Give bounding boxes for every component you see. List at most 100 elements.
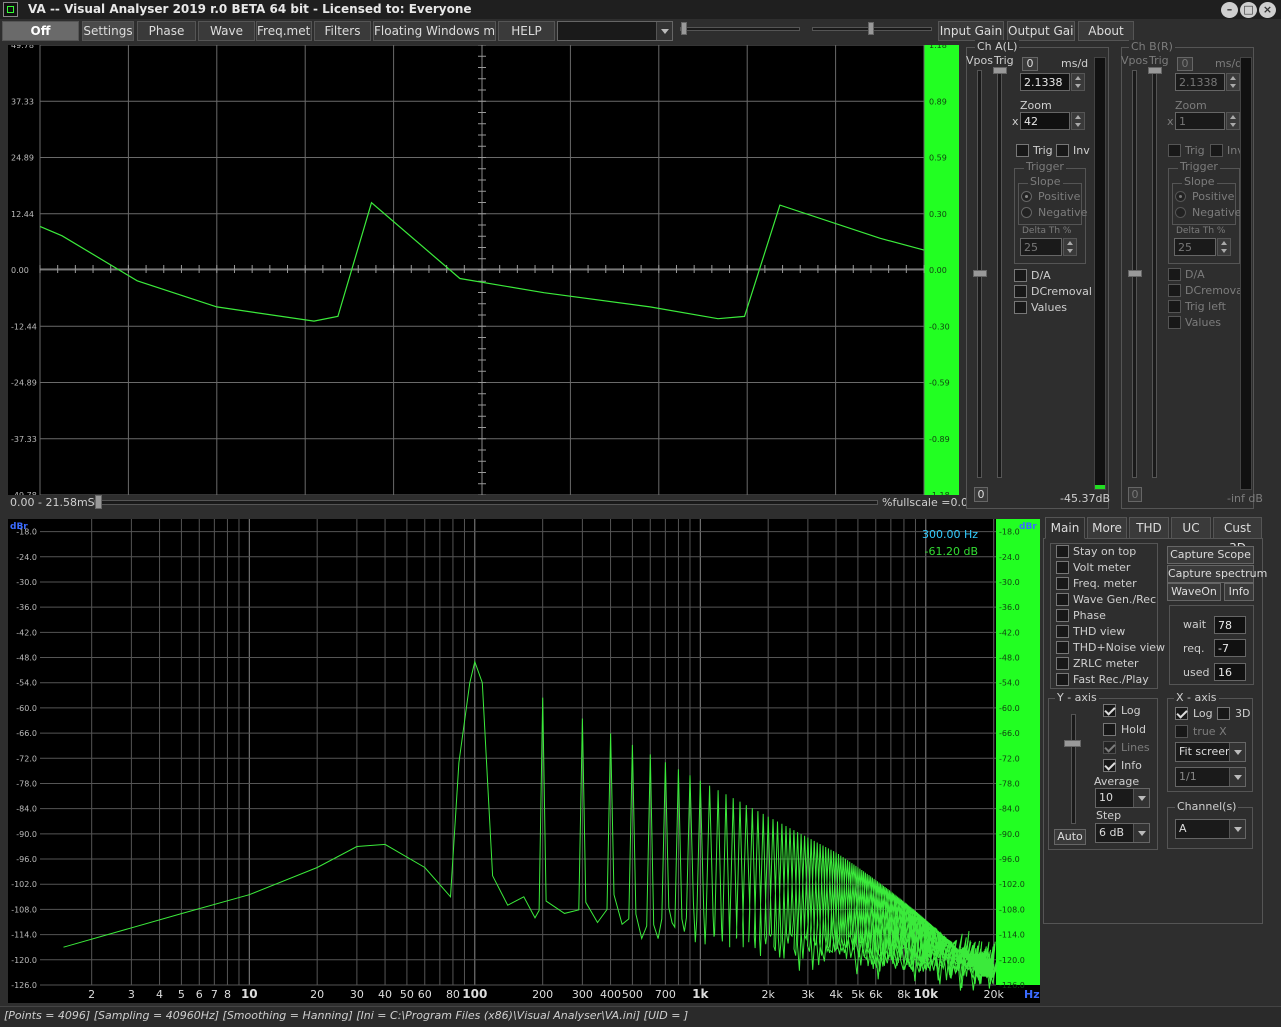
channel-b-bottom-zero[interactable]: 0 <box>1128 487 1142 502</box>
capture-spectrum-button[interactable]: Capture spectrum <box>1167 565 1267 583</box>
x-log-checkbox[interactable] <box>1175 707 1188 720</box>
lines-checkbox[interactable] <box>1103 741 1116 754</box>
channel-b-da-checkbox[interactable] <box>1168 268 1181 281</box>
channel-a-trig-checkbox[interactable] <box>1016 144 1029 157</box>
y-axis-slider-thumb[interactable] <box>1064 740 1081 747</box>
channel-b-trigleft-checkbox[interactable] <box>1168 300 1181 313</box>
channel-b-trig-checkbox[interactable] <box>1168 144 1181 157</box>
floating-windows-button[interactable]: Floating Windows mode <box>373 21 496 41</box>
tab-main[interactable]: Main <box>1045 517 1085 539</box>
channel-b-msd-spinner[interactable] <box>1226 73 1240 91</box>
output-gain-button[interactable]: Output Gain <box>1007 21 1075 41</box>
phase-button[interactable]: Phase <box>137 21 196 41</box>
channel-b-zoom-input[interactable]: 1 <box>1175 112 1225 130</box>
minimize-icon[interactable]: – <box>1221 2 1238 18</box>
tab-thd[interactable]: THD <box>1129 517 1169 539</box>
channel-a-bottom-zero[interactable]: 0 <box>974 487 988 502</box>
channel-b-delta-spinner[interactable] <box>1217 238 1231 256</box>
freqmeter-button[interactable]: Freq.meter <box>256 21 312 41</box>
channel-b-inv-checkbox[interactable] <box>1210 144 1223 157</box>
hold-checkbox[interactable] <box>1103 723 1116 736</box>
wave-button[interactable]: Wave <box>198 21 255 41</box>
info-button[interactable]: Info <box>1224 583 1254 601</box>
channel-a-trig-thumb[interactable] <box>993 67 1007 74</box>
channel-a-da-checkbox[interactable] <box>1014 269 1027 282</box>
channel-a-values-checkbox[interactable] <box>1014 301 1027 314</box>
channel-a-dcremoval-checkbox[interactable] <box>1014 285 1027 298</box>
step-select[interactable]: 6 dB <box>1095 823 1150 843</box>
channel-a-msd-input[interactable]: 2.1338 <box>1020 73 1070 91</box>
channel-b-msd-input[interactable]: 2.1338 <box>1175 73 1225 91</box>
option-checkbox[interactable] <box>1056 577 1069 590</box>
used-input[interactable]: 16 <box>1214 663 1246 681</box>
option-checkbox[interactable] <box>1056 561 1069 574</box>
off-button[interactable]: Off <box>2 21 79 41</box>
auto-button[interactable]: Auto <box>1054 829 1086 845</box>
tab-uc[interactable]: UC <box>1171 517 1211 539</box>
channel-b-positive-label: Positive <box>1192 190 1235 203</box>
capture-scope-button[interactable]: Capture Scope <box>1167 546 1254 564</box>
input-gain-thumb[interactable] <box>681 22 687 35</box>
channel-b-zoom-spinner[interactable] <box>1226 112 1240 130</box>
wait-input[interactable]: 78 <box>1214 616 1246 634</box>
channel-a-trig-slider[interactable] <box>997 70 1002 478</box>
channel-a-positive-radio[interactable] <box>1021 191 1032 202</box>
title-bar: VA -- Visual Analyser 2019 r.0 BETA 64 b… <box>0 0 1281 19</box>
scope-position-slider[interactable] <box>94 500 878 505</box>
log-checkbox[interactable] <box>1103 704 1116 717</box>
help-button[interactable]: HELP <box>498 21 555 41</box>
waveon-button[interactable]: WaveOn <box>1167 583 1221 601</box>
channel-a-negative-radio[interactable] <box>1021 207 1032 218</box>
option-checkbox[interactable] <box>1056 609 1069 622</box>
close-icon[interactable]: × <box>1259 2 1276 18</box>
channel-b-vpos-thumb[interactable] <box>1128 270 1142 277</box>
settings-button[interactable]: Settings <box>82 21 134 41</box>
channel-b-positive-radio[interactable] <box>1175 191 1186 202</box>
channel-a-zoom-input[interactable]: 42 <box>1020 112 1070 130</box>
fit-screen-select[interactable]: Fit screen <box>1175 742 1246 762</box>
req-input[interactable]: -7 <box>1214 639 1246 657</box>
input-gain-button[interactable]: Input Gain <box>938 21 1004 41</box>
channel-b-values-checkbox[interactable] <box>1168 316 1181 329</box>
option-checkbox[interactable] <box>1056 593 1069 606</box>
spectrum-readout-level: -61.20 dB <box>925 545 979 558</box>
input-gain-slider[interactable] <box>680 27 800 31</box>
x-3d-checkbox[interactable] <box>1217 707 1230 720</box>
channel-b-negative-radio[interactable] <box>1175 207 1186 218</box>
spectrum-x-tick: 2k <box>761 988 775 1001</box>
spectrum-x-tick: 300 <box>572 988 593 1001</box>
option-checkbox[interactable] <box>1056 545 1069 558</box>
scope-position-thumb[interactable] <box>95 495 102 509</box>
channel-b-zero-button[interactable]: 0 <box>1177 57 1193 71</box>
tab-more[interactable]: More <box>1087 517 1127 539</box>
filters-button[interactable]: Filters <box>314 21 371 41</box>
channel-a-msd-spinner[interactable] <box>1071 73 1085 91</box>
spectrum-x-tick: 60 <box>418 988 432 1001</box>
option-checkbox[interactable] <box>1056 673 1069 686</box>
channel-b-delta-input[interactable]: 25 <box>1174 238 1216 256</box>
toolbar-combo[interactable] <box>557 21 673 41</box>
ratio-select[interactable]: 1/1 <box>1175 767 1246 787</box>
channel-a-vpos-thumb[interactable] <box>973 270 987 277</box>
average-select[interactable]: 10 <box>1095 788 1150 808</box>
option-checkbox[interactable] <box>1056 657 1069 670</box>
channel-b-trig-thumb[interactable] <box>1148 67 1162 74</box>
channel-a-zoom-spinner[interactable] <box>1071 112 1085 130</box>
channel-select[interactable]: A <box>1175 819 1246 839</box>
channel-a-zero-button[interactable]: 0 <box>1022 57 1038 71</box>
channel-a-delta-input[interactable]: 25 <box>1020 238 1062 256</box>
option-checkbox[interactable] <box>1056 625 1069 638</box>
output-gain-thumb[interactable] <box>868 22 874 35</box>
channel-b-trig-slider[interactable] <box>1152 70 1157 478</box>
maximize-icon[interactable]: □ <box>1240 2 1257 18</box>
option-checkbox[interactable] <box>1056 641 1069 654</box>
about-button[interactable]: About <box>1078 21 1134 41</box>
channel-a-inv-checkbox[interactable] <box>1056 144 1069 157</box>
info-checkbox[interactable] <box>1103 759 1116 772</box>
channel-b-dcremoval-checkbox[interactable] <box>1168 284 1181 297</box>
y-axis-slider[interactable] <box>1071 714 1076 824</box>
channel-a-delta-spinner[interactable] <box>1063 238 1077 256</box>
true-x-checkbox[interactable] <box>1175 725 1188 738</box>
channel-a-delta-label: Delta Th % <box>1022 226 1072 236</box>
tab-cust3d[interactable]: Cust 3D <box>1213 517 1262 555</box>
